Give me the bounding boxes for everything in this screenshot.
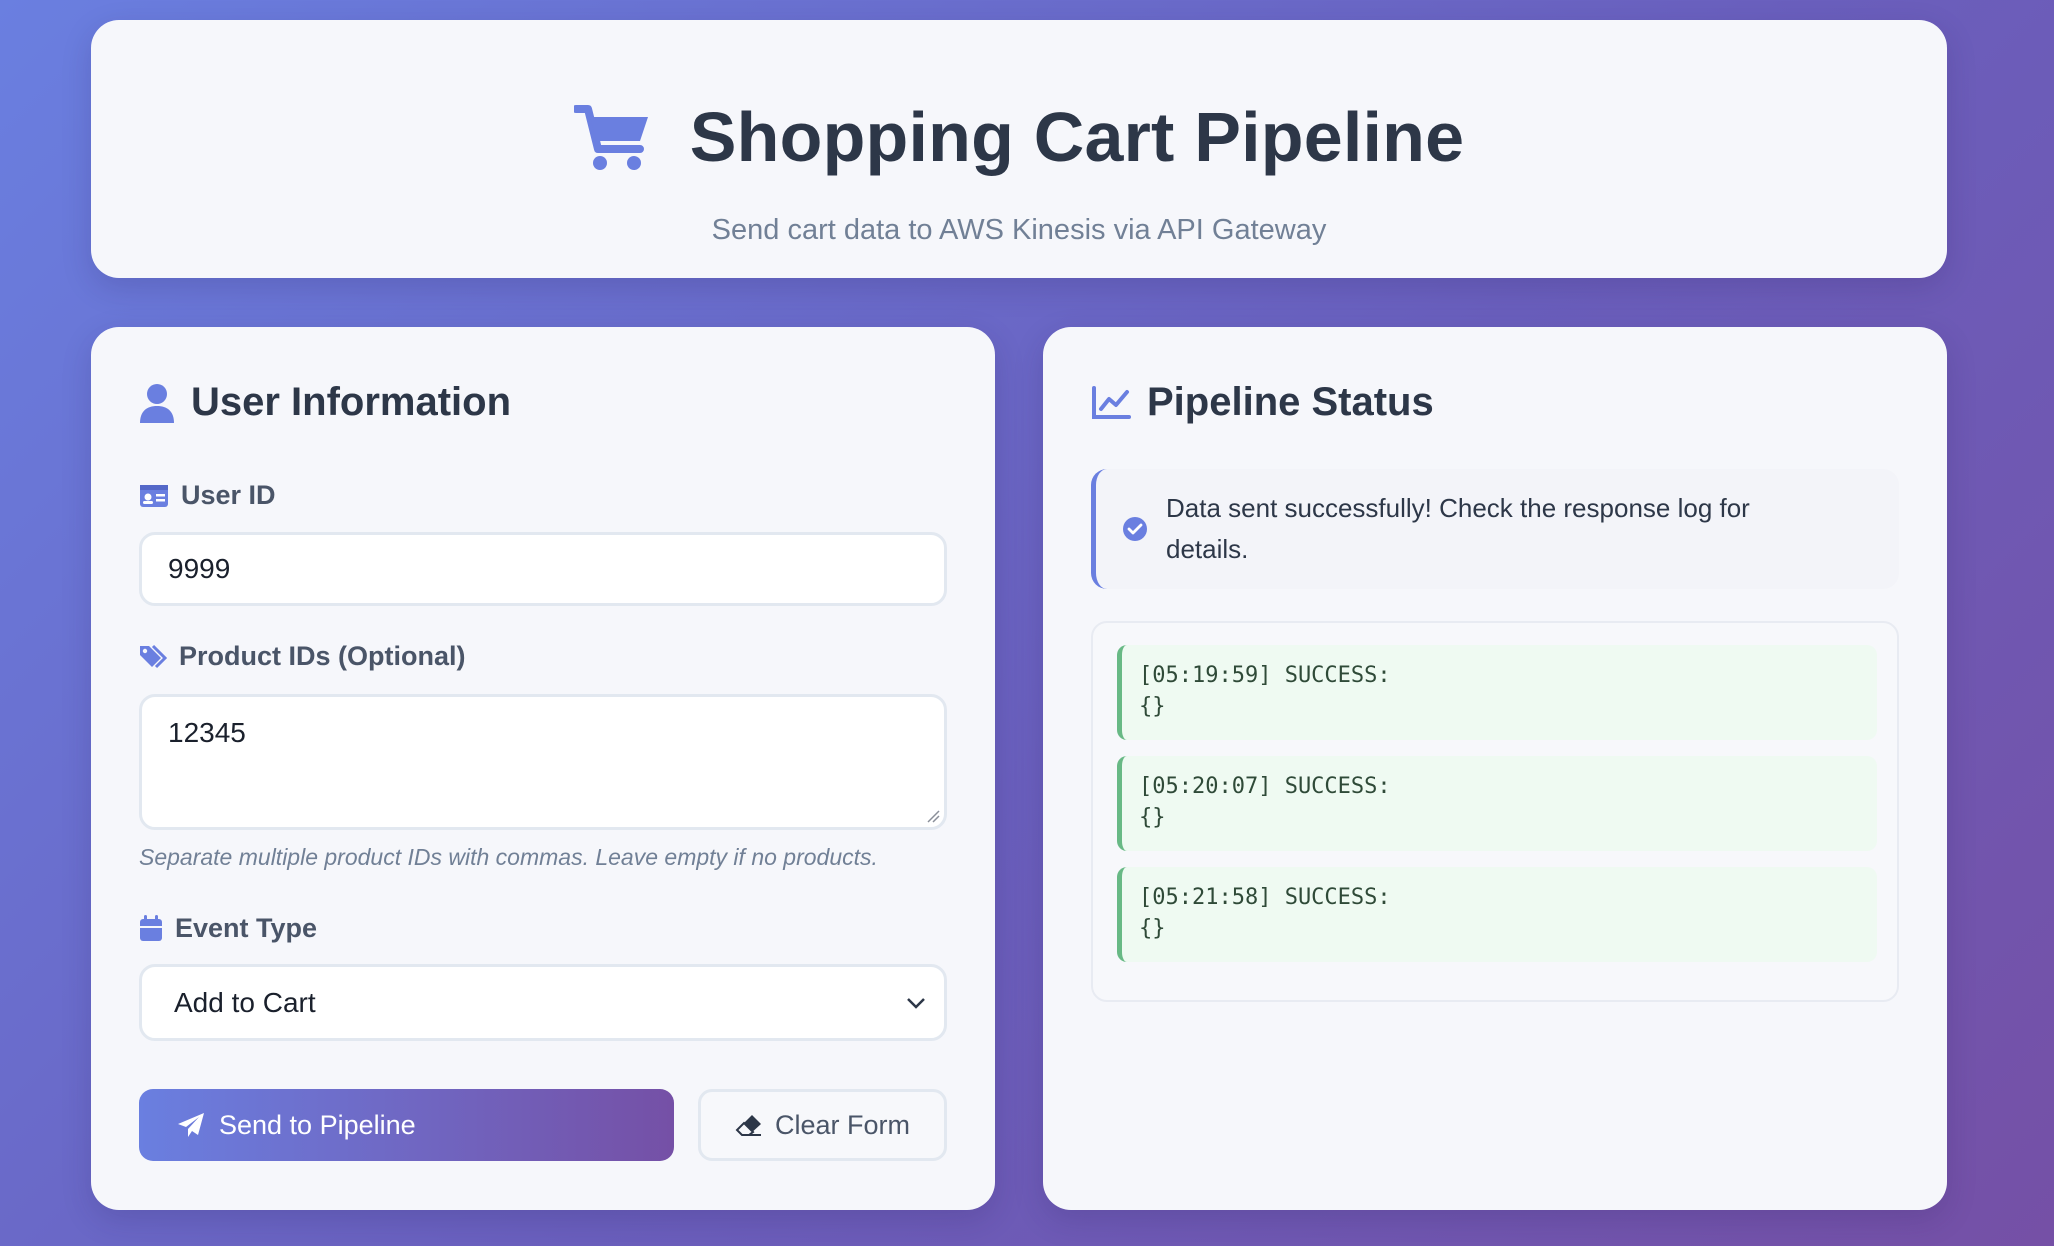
log-entry: [05:21:58] SUCCESS: {}	[1117, 867, 1877, 962]
log-entry-body: {}	[1139, 916, 1166, 941]
user-information-card: User Information User ID 9999 Product ID…	[91, 327, 995, 1210]
title-row: Shopping Cart Pipeline	[573, 82, 1465, 192]
shopping-cart-icon	[573, 105, 648, 170]
card-title-text: User Information	[191, 380, 512, 424]
eraser-icon	[735, 1115, 761, 1136]
product-ids-value: 12345	[168, 717, 246, 748]
user-id-value: 9999	[168, 553, 231, 584]
chart-line-icon	[1092, 385, 1131, 419]
user-id-input[interactable]: 9999	[139, 532, 947, 606]
event-type-label-text: Event Type	[175, 913, 318, 943]
pipeline-status-heading: Pipeline Status	[1091, 380, 1434, 425]
chevron-down-icon	[907, 997, 925, 1009]
check-circle-icon	[1123, 517, 1147, 541]
log-entry-time: [05:19:59] SUCCESS:	[1139, 663, 1391, 688]
product-ids-hint: Separate multiple product IDs with comma…	[139, 844, 878, 870]
log-entry: [05:19:59] SUCCESS: {}	[1117, 645, 1877, 740]
user-information-heading: User Information	[139, 380, 511, 425]
product-ids-textarea[interactable]: 12345	[139, 694, 947, 830]
header-card: Shopping Cart Pipeline Send cart data to…	[91, 20, 1947, 278]
log-entry-time: [05:21:58] SUCCESS:	[1139, 885, 1391, 910]
pipeline-status-card: Pipeline Status Data sent successfully! …	[1043, 327, 1947, 1210]
calendar-icon	[140, 915, 162, 941]
log-entry: [05:20:07] SUCCESS: {}	[1117, 756, 1877, 851]
user-id-label-text: User ID	[181, 480, 276, 510]
id-card-icon	[140, 484, 168, 507]
response-log: [05:19:59] SUCCESS: {} [05:20:07] SUCCES…	[1091, 621, 1899, 1002]
log-entry-body: {}	[1139, 694, 1166, 719]
paper-plane-icon	[178, 1113, 204, 1137]
resize-handle-icon[interactable]	[926, 809, 940, 823]
event-type-label: Event Type	[139, 913, 317, 944]
send-button-label: Send to Pipeline	[219, 1109, 416, 1140]
user-id-label: User ID	[139, 480, 276, 511]
product-ids-label-text: Product IDs (Optional)	[179, 641, 466, 671]
page-title: Shopping Cart Pipeline	[689, 98, 1465, 176]
success-alert: Data sent successfully! Check the respon…	[1091, 469, 1899, 589]
send-to-pipeline-button[interactable]: Send to Pipeline	[139, 1089, 674, 1161]
event-type-select[interactable]: Add to Cart	[139, 964, 947, 1041]
clear-form-button[interactable]: Clear Form	[698, 1089, 947, 1161]
product-ids-label: Product IDs (Optional)	[139, 641, 466, 672]
clear-button-label: Clear Form	[774, 1109, 910, 1140]
card-title-text: Pipeline Status	[1147, 380, 1434, 424]
log-entry-body: {}	[1139, 805, 1166, 830]
event-type-selected: Add to Cart	[174, 986, 316, 1018]
alert-message: Data sent successfully! Check the respon…	[1166, 493, 1750, 564]
tags-icon	[140, 644, 167, 668]
log-entry-time: [05:20:07] SUCCESS:	[1139, 774, 1391, 799]
user-icon	[140, 383, 174, 423]
page-subtitle: Send cart data to AWS Kinesis via API Ga…	[711, 214, 1327, 246]
